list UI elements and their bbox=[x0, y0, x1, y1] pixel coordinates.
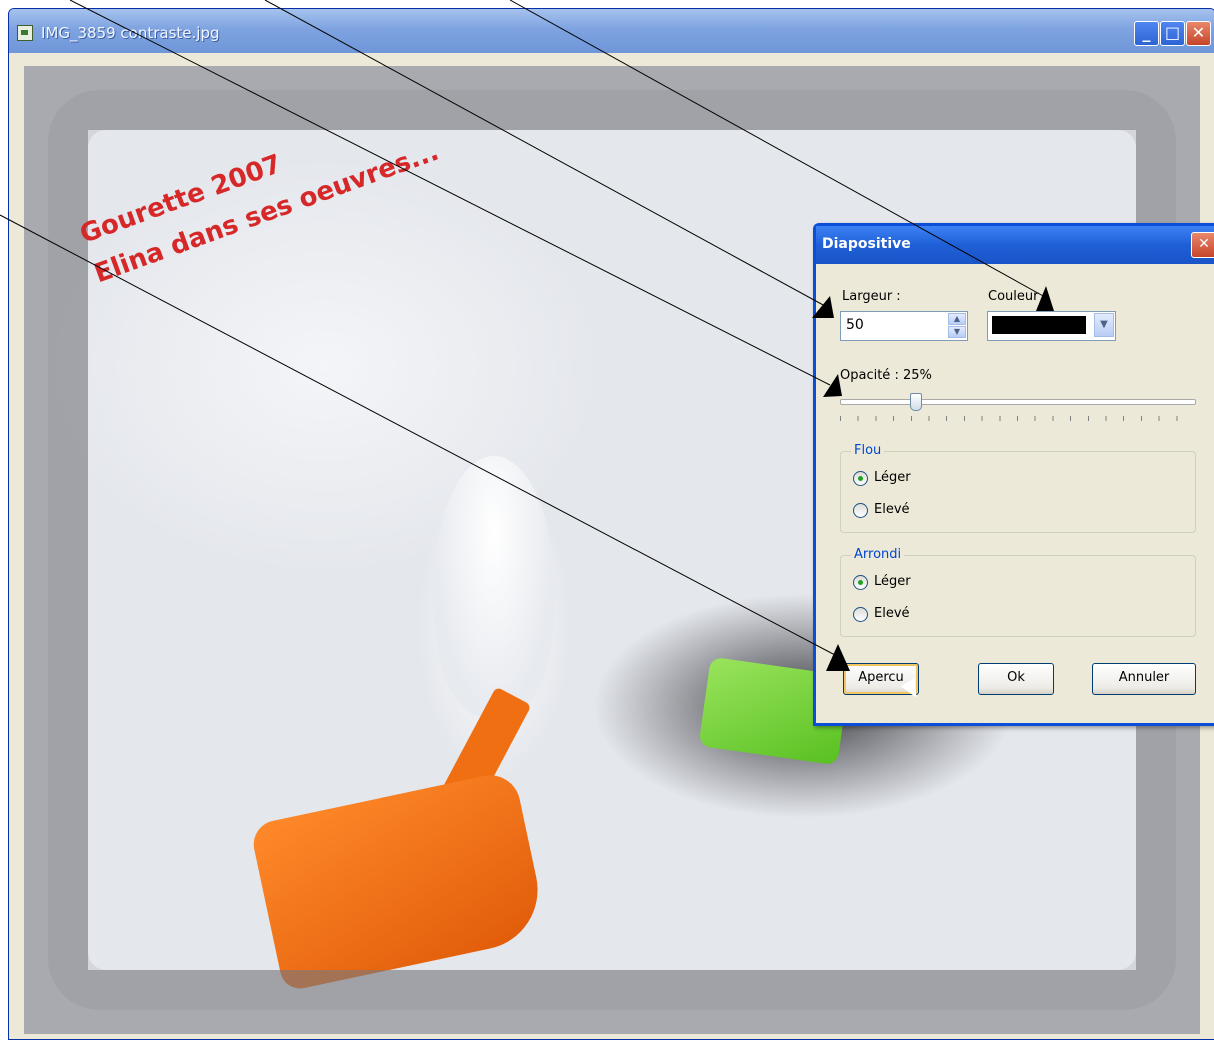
annotation-overlay bbox=[0, 0, 1054, 671]
annotation-line-opacite bbox=[69, 0, 831, 386]
annotation-line-apercu bbox=[0, 214, 836, 656]
arrowhead-couleur bbox=[1036, 286, 1054, 311]
arrowhead-apercu bbox=[826, 644, 850, 671]
arrowhead-opacite bbox=[823, 374, 842, 397]
annotation-line-largeur bbox=[264, 0, 826, 307]
arrowhead-largeur bbox=[812, 296, 834, 318]
annotation-line-couleur bbox=[509, 0, 1046, 298]
